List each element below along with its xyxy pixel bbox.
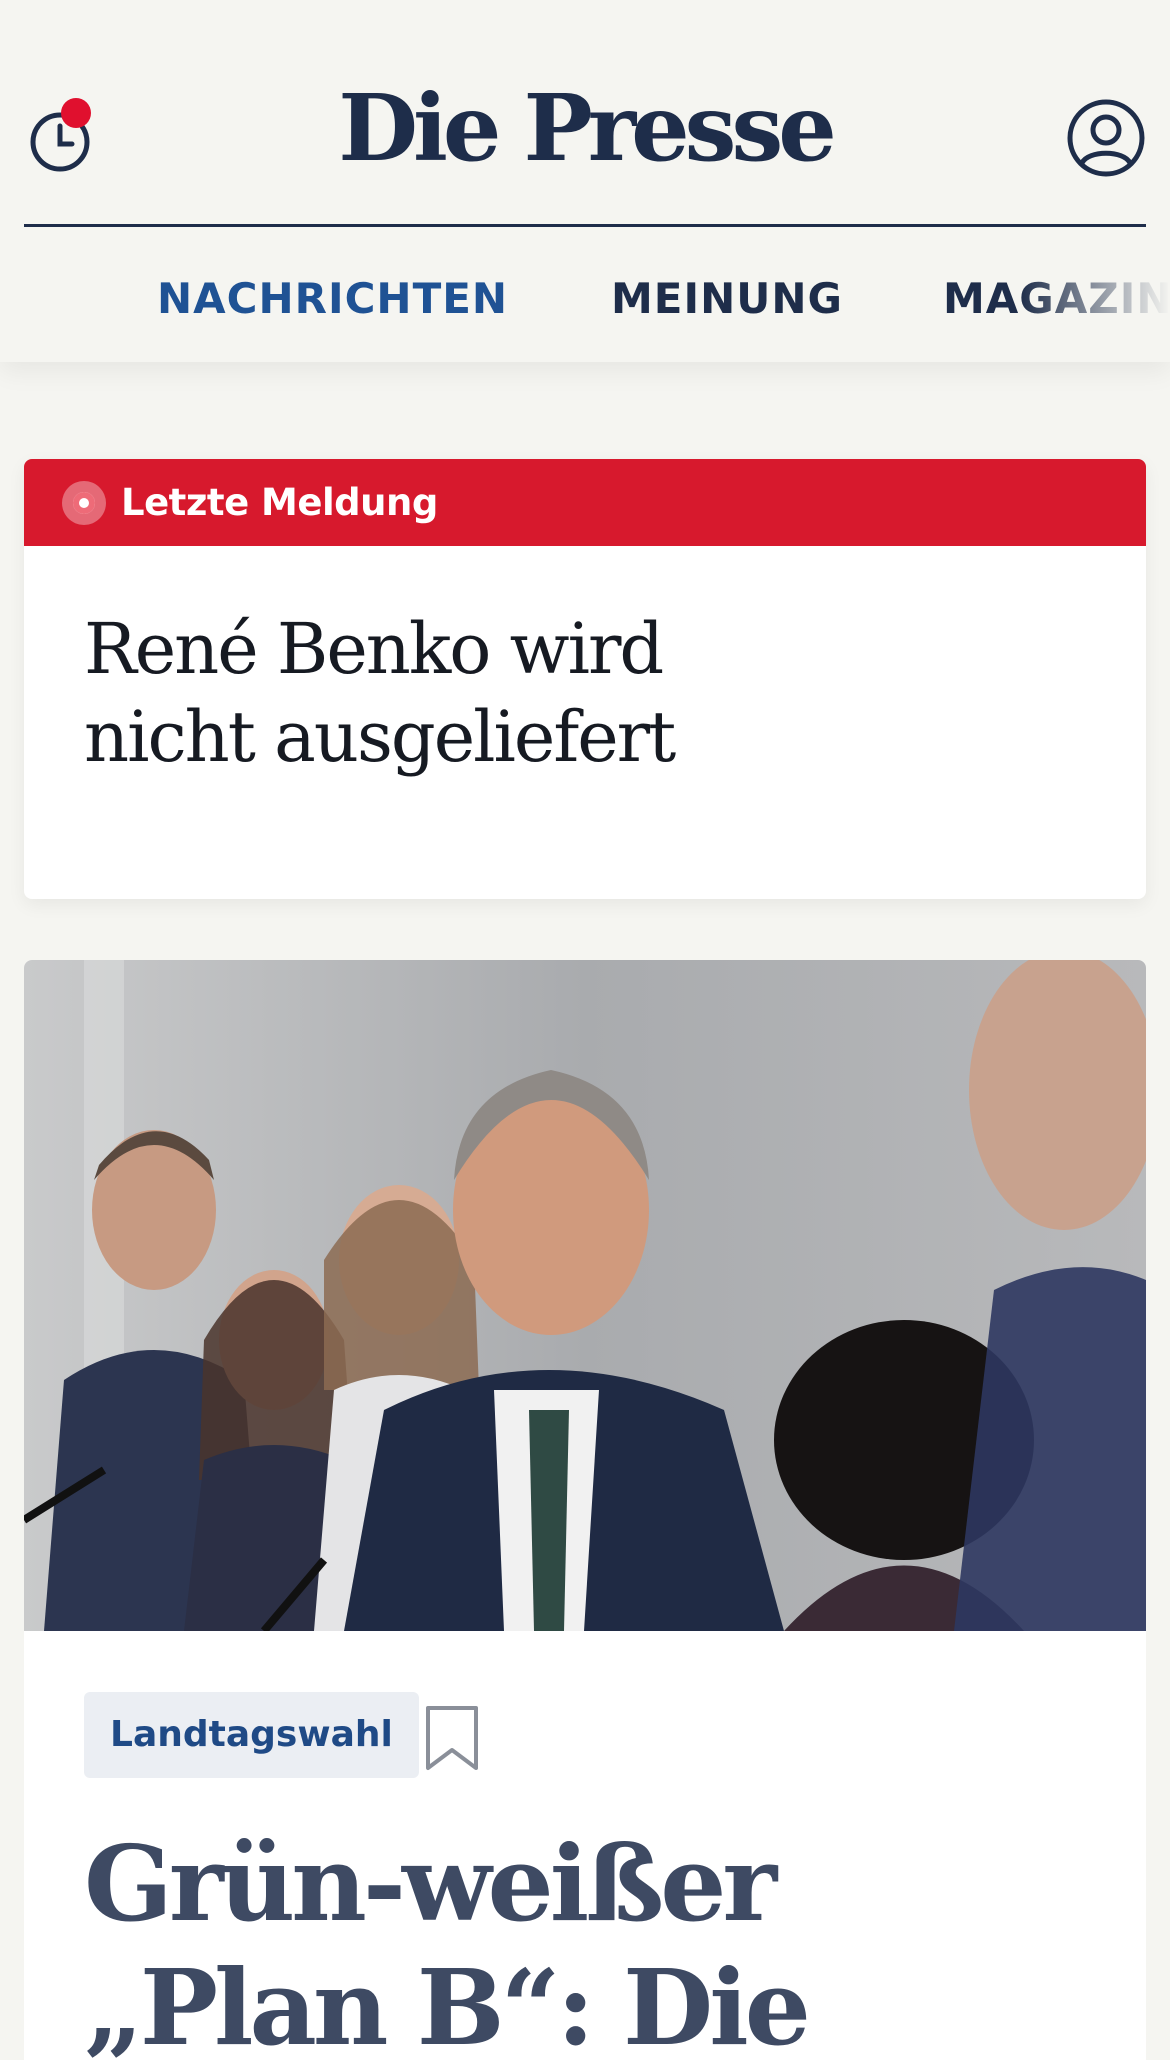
section-nav: NACHRICHTEN MEINUNG MAGAZIN (0, 266, 1170, 326)
breaking-news-card[interactable]: Letzte Meldung René Benko wird nicht aus… (24, 459, 1146, 899)
article-headline[interactable]: Grün-weißer „Plan B“: Die (84, 1822, 1084, 2060)
article-tag[interactable]: Landtagswahl (84, 1692, 419, 1778)
bookmark-button[interactable] (424, 1704, 480, 1772)
nav-item-nachrichten[interactable]: NACHRICHTEN (157, 274, 508, 323)
nav-item-meinung[interactable]: MEINUNG (611, 274, 843, 323)
live-indicator-icon (62, 481, 106, 525)
header-divider (24, 224, 1146, 227)
site-logo[interactable]: Die Presse (0, 82, 1170, 174)
breaking-news-label: Letzte Meldung (121, 481, 438, 524)
user-circle-icon (1067, 99, 1145, 177)
bookmark-icon (426, 1706, 478, 1770)
breaking-news-bar: Letzte Meldung (24, 459, 1146, 546)
article-hero-image[interactable] (24, 960, 1146, 1631)
app-header: Die Presse NACHRICHTEN MEINUNG MAGAZIN (0, 0, 1170, 362)
article-card[interactable]: Landtagswahl Grün-weißer „Plan B“: Die (24, 960, 1146, 2060)
account-button[interactable] (1066, 98, 1146, 178)
nav-scroll-fade (1020, 266, 1170, 326)
breaking-news-headline[interactable]: René Benko wird nicht ausgeliefert (84, 605, 784, 781)
